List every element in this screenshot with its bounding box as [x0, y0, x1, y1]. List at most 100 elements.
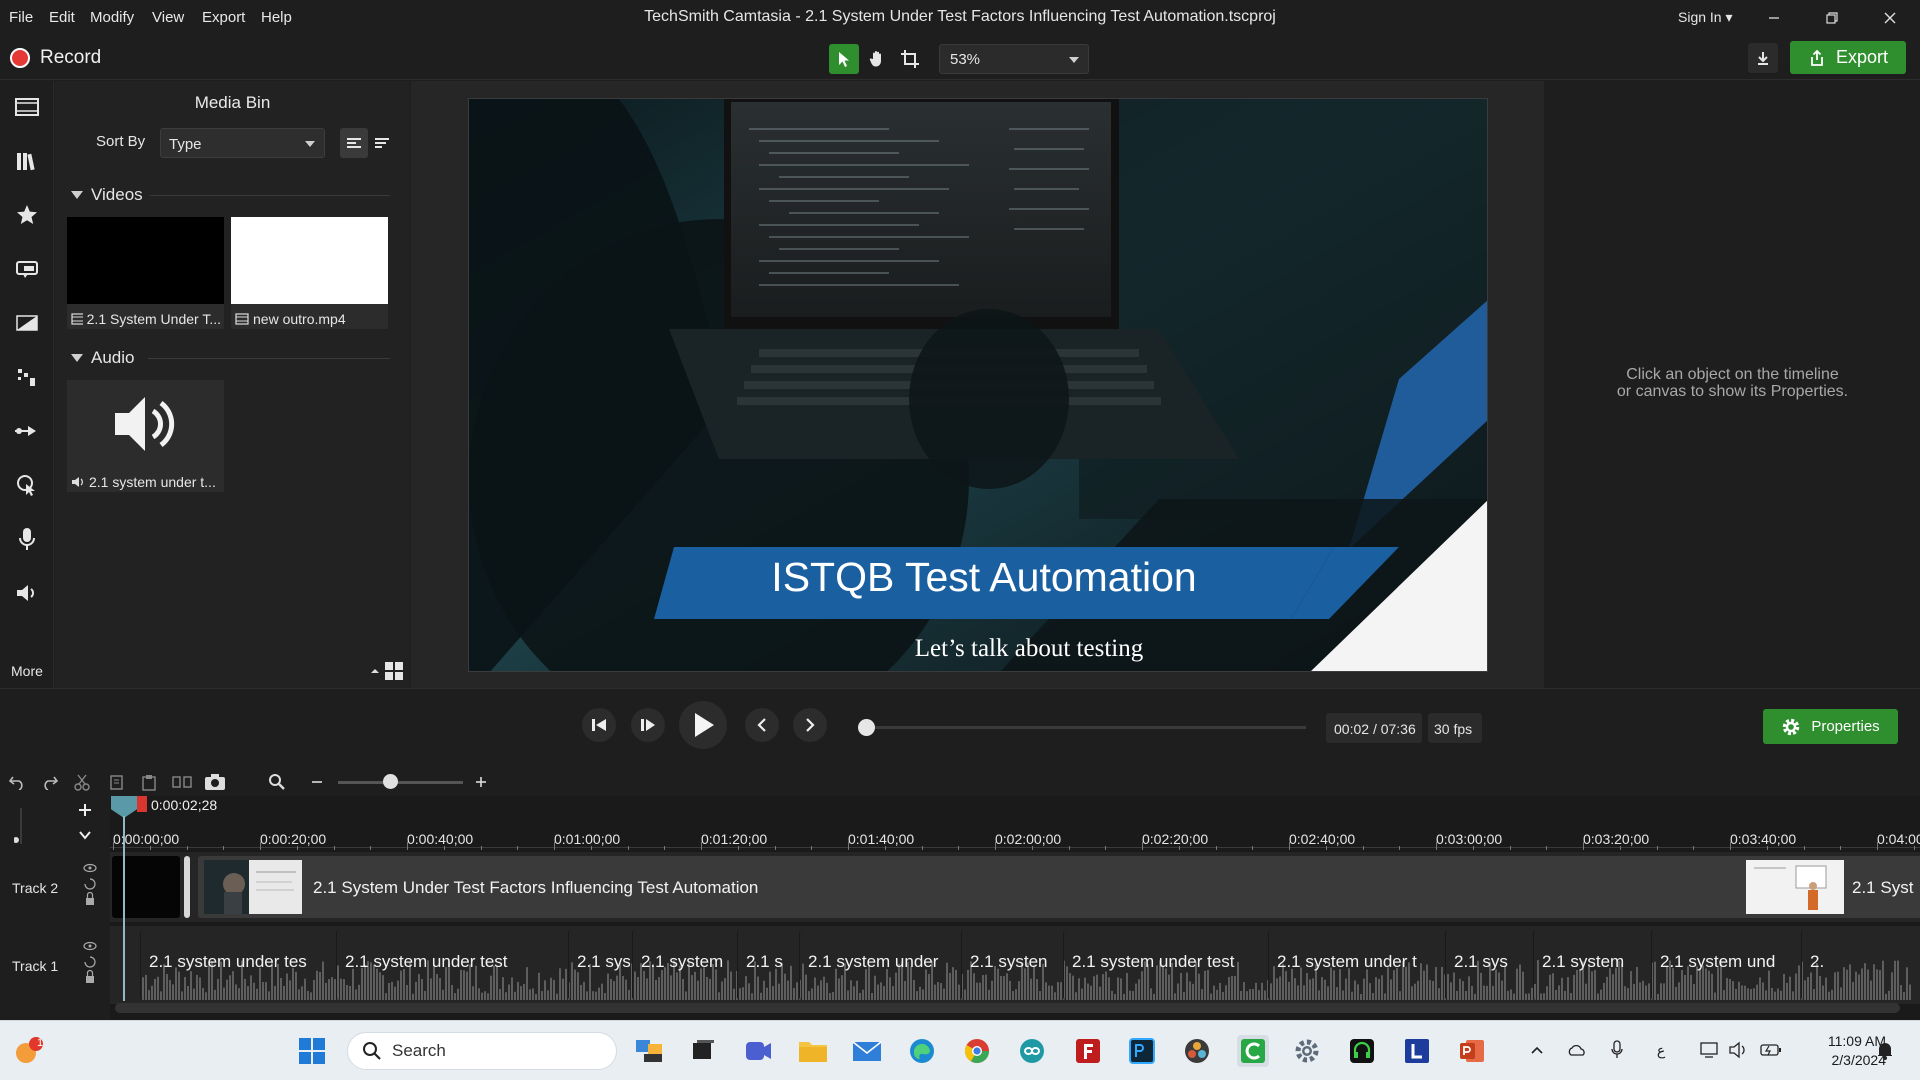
transitions-icon[interactable]	[13, 309, 41, 337]
l-app-icon[interactable]	[1401, 1035, 1433, 1067]
playhead-handle[interactable]	[111, 796, 137, 818]
visibility-icon[interactable]	[82, 862, 98, 912]
split-icon[interactable]	[171, 771, 193, 793]
task-view-icon[interactable]	[687, 1035, 719, 1067]
menu-help[interactable]: Help	[261, 9, 292, 26]
redo-icon[interactable]	[39, 771, 61, 793]
timeline-scrollbar[interactable]	[115, 1003, 1900, 1013]
audio-clip[interactable]: 2.	[1801, 930, 1841, 1000]
copilot-pre-icon[interactable]	[633, 1035, 665, 1067]
export-button[interactable]: Export	[1790, 41, 1906, 74]
media-bin-icon[interactable]	[13, 93, 41, 121]
audio-clip[interactable]: 2.1 sys	[1445, 930, 1531, 1000]
camtasia-taskbar-icon[interactable]	[1237, 1035, 1269, 1067]
timeline-zoom-slider[interactable]	[338, 781, 463, 784]
taskbar-search[interactable]: Search	[347, 1032, 617, 1070]
media-item-audio-1[interactable]: 2.1 system under t...	[67, 380, 224, 492]
cut-icon[interactable]	[71, 771, 93, 793]
play-button[interactable]	[679, 701, 727, 749]
network-icon[interactable]	[1700, 1039, 1722, 1061]
menu-edit[interactable]: Edit	[49, 9, 75, 26]
weather-widget-icon[interactable]: 1	[12, 1035, 44, 1067]
library-icon[interactable]	[13, 147, 41, 175]
paste-icon[interactable]	[138, 771, 160, 793]
menu-export[interactable]: Export	[202, 9, 245, 26]
camera-icon[interactable]	[204, 771, 226, 793]
davinci-resolve-icon[interactable]	[1181, 1035, 1213, 1067]
scrubber-handle[interactable]	[858, 719, 875, 736]
crop-tool-button[interactable]	[895, 44, 925, 74]
file-explorer-icon[interactable]	[797, 1035, 829, 1067]
download-button[interactable]	[1748, 43, 1778, 73]
microphone-icon[interactable]	[13, 525, 41, 553]
powerpoint-icon[interactable]	[1456, 1035, 1488, 1067]
annotations-icon[interactable]	[13, 255, 41, 283]
menu-view[interactable]: View	[152, 9, 184, 26]
sort-ascending-button[interactable]	[340, 128, 368, 158]
settings-gear-icon[interactable]	[1291, 1035, 1323, 1067]
star-icon[interactable]	[13, 201, 41, 229]
zoom-dropdown[interactable]: 53%	[939, 44, 1089, 74]
audio-clip[interactable]: 2.1 s	[737, 930, 797, 1000]
collapse-tracks-icon[interactable]	[76, 826, 94, 844]
undo-icon[interactable]	[6, 771, 28, 793]
playback-scrubber[interactable]	[866, 726, 1306, 729]
add-track-icon[interactable]	[76, 801, 94, 819]
playhead-out-marker[interactable]	[137, 796, 147, 812]
photoshop-icon[interactable]	[1126, 1035, 1158, 1067]
videos-section-toggle[interactable]: Videos	[71, 185, 143, 205]
copy-icon[interactable]	[106, 771, 128, 793]
audio-clip[interactable]: 2.1 system under	[799, 930, 959, 1000]
headset-app-icon[interactable]	[1346, 1035, 1378, 1067]
previous-marker-button[interactable]	[745, 708, 779, 742]
thumbnail-size-button[interactable]	[370, 659, 404, 683]
audio-clip[interactable]: 2.1 system under tes	[140, 930, 334, 1000]
media-item-video-2[interactable]: new outro.mp4	[231, 217, 388, 329]
track-1[interactable]: 2.1 system under tes 2.1 system under tes…	[110, 926, 1920, 1004]
notifications-bell-icon[interactable]	[1874, 1039, 1896, 1061]
sort-by-dropdown[interactable]: Type	[160, 128, 325, 158]
animations-icon[interactable]	[13, 417, 41, 445]
system-clock[interactable]: 11:09 AM 2/3/2024	[1796, 1032, 1886, 1070]
zoom-out-icon[interactable]	[306, 771, 328, 793]
tray-overflow-icon[interactable]	[1526, 1039, 1548, 1061]
mail-icon[interactable]	[851, 1035, 883, 1067]
sort-descending-button[interactable]	[368, 128, 396, 158]
zoom-search-icon[interactable]	[266, 771, 288, 793]
menu-modify[interactable]: Modify	[90, 9, 134, 26]
audio-clip[interactable]: 2.1 systen	[961, 930, 1061, 1000]
audio-clip[interactable]: 2.1 sys	[568, 930, 630, 1000]
minimize-icon[interactable]	[1762, 6, 1786, 30]
microphone-tray-icon[interactable]	[1606, 1039, 1628, 1061]
audio-clip[interactable]: 2.1 system und	[1651, 930, 1799, 1000]
edge-icon[interactable]	[906, 1035, 938, 1067]
battery-icon[interactable]	[1760, 1039, 1782, 1061]
filezilla-icon[interactable]	[1072, 1035, 1104, 1067]
select-tool-button[interactable]	[829, 44, 859, 74]
record-button[interactable]: Record	[10, 46, 101, 70]
sign-in-button[interactable]: Sign In ▾	[1678, 9, 1733, 26]
zoom-in-icon[interactable]	[470, 771, 492, 793]
volume-icon[interactable]	[1728, 1039, 1750, 1061]
audio-effects-icon[interactable]	[13, 579, 41, 607]
next-marker-button[interactable]	[793, 708, 827, 742]
audio-clip[interactable]: 2.1 system	[1533, 930, 1649, 1000]
audio-section-toggle[interactable]: Audio	[71, 348, 134, 368]
cursor-effects-icon[interactable]	[13, 471, 41, 499]
track-2[interactable]: 2.1 System Under Test Factors Influencin…	[110, 852, 1920, 922]
restore-icon[interactable]	[1820, 6, 1844, 30]
clip-white-sliver[interactable]	[184, 856, 190, 918]
arduino-icon[interactable]	[1016, 1035, 1048, 1067]
audio-clip[interactable]: 2.1 system	[632, 930, 735, 1000]
audio-clip[interactable]: 2.1 system under test	[336, 930, 566, 1000]
behaviors-icon[interactable]	[13, 363, 41, 391]
properties-button[interactable]: Properties	[1763, 709, 1898, 744]
teams-meet-icon[interactable]	[742, 1035, 774, 1067]
play-frame-button[interactable]	[631, 708, 665, 742]
close-icon[interactable]	[1878, 6, 1902, 30]
timeline-zoom-handle[interactable]	[383, 774, 398, 789]
chrome-icon[interactable]	[961, 1035, 993, 1067]
menu-file[interactable]: File	[9, 9, 33, 26]
onedrive-icon[interactable]	[1566, 1039, 1588, 1061]
clip-main-slides[interactable]: 2.1 System Under Test Factors Influencin…	[198, 856, 1838, 918]
